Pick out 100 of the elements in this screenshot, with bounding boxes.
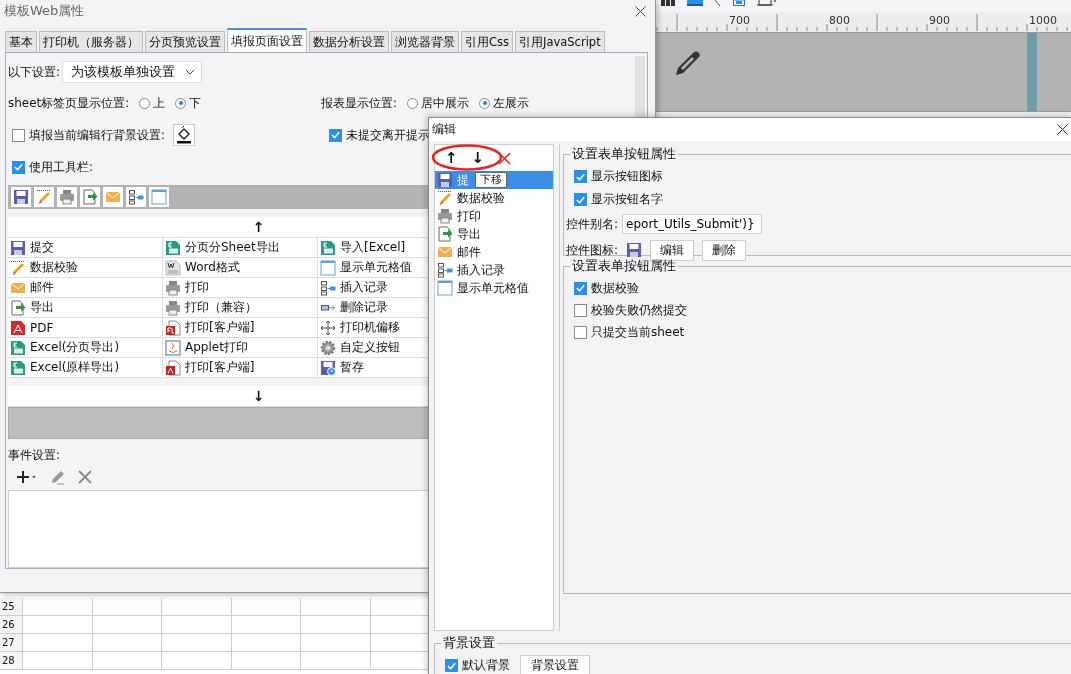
button-option[interactable]: Word格式 [163, 258, 318, 278]
group-title: 背景设置 [442, 635, 496, 652]
checkbox[interactable] [574, 303, 587, 317]
tab[interactable]: 打印机（服务器） [39, 31, 143, 52]
printer-icon [59, 189, 75, 205]
option-label: 下 [189, 94, 202, 112]
radio-button[interactable] [175, 97, 187, 109]
toolbar-button[interactable] [80, 187, 100, 207]
export-icon [82, 189, 98, 205]
image-icon[interactable] [687, 0, 703, 6]
toolbar-button[interactable] [126, 187, 146, 207]
tab[interactable]: 浏览器背景 [391, 31, 459, 52]
paint-bucket-icon[interactable] [173, 124, 196, 146]
checkbox[interactable] [445, 659, 458, 672]
close-icon[interactable] [635, 5, 646, 17]
button-option[interactable]: PDF [8, 318, 163, 338]
button-option[interactable]: 导出 [8, 298, 163, 318]
scroll-up-button[interactable]: ↑ [252, 217, 265, 237]
document-icon[interactable] [733, 0, 745, 6]
button-option[interactable]: 数据校验 [8, 258, 163, 278]
radio-button[interactable] [139, 97, 151, 109]
ruler-label: 1000 [1029, 14, 1057, 27]
highlight-ellipse [431, 144, 503, 171]
checkbox[interactable] [574, 325, 587, 339]
list-item[interactable]: 邮件 [435, 243, 553, 261]
tab[interactable]: 基本 [5, 31, 37, 52]
delete-icon[interactable] [498, 151, 512, 165]
window-icon [151, 189, 167, 205]
checkbox[interactable] [12, 128, 25, 142]
button-option[interactable]: 打印 [163, 278, 318, 298]
group-title: 设置表单按钮属性 [571, 146, 677, 163]
button-option[interactable]: 分页分Sheet导出 [163, 238, 318, 258]
tab[interactable]: 数据分析设置 [309, 31, 389, 52]
alias-field[interactable]: eport_Utils_Submit')} [622, 214, 763, 234]
checkbox-label: 数据校验 [591, 279, 639, 297]
button-option[interactable]: 邮件 [8, 278, 163, 298]
list-item[interactable]: 显示单元格值 [435, 279, 553, 297]
tab[interactable]: 分页预览设置 [145, 31, 225, 52]
checkbox[interactable] [329, 128, 342, 142]
radio-button[interactable] [479, 97, 491, 109]
window-icon [437, 280, 453, 296]
checkbox[interactable] [574, 281, 587, 295]
toolbar-button[interactable] [34, 187, 54, 207]
envelope-icon [105, 189, 121, 205]
printer-icon [437, 208, 453, 224]
scroll-down-button[interactable]: ↓ [252, 386, 265, 406]
export-icon [437, 226, 453, 242]
columns-icon[interactable] [661, 0, 675, 6]
tab[interactable]: 填报页面设置 [227, 28, 307, 52]
insert-row-icon [437, 262, 453, 278]
checkbox-label: 填报当前编辑行背景设置: [29, 126, 166, 144]
insert-row-icon [320, 279, 336, 296]
add-icon[interactable] [16, 470, 38, 484]
move-up-button[interactable]: ↑ [445, 149, 458, 167]
row-number: 27 [0, 634, 24, 651]
button-option[interactable]: 提交 [8, 238, 163, 258]
checkbox-label: 显示按钮名字 [591, 191, 663, 208]
applet-icon [165, 339, 181, 356]
tab[interactable]: 引用JavaScript [515, 31, 605, 52]
toolbar-button[interactable] [11, 187, 31, 207]
scope-dropdown[interactable]: 为该模板单独设置 [62, 61, 203, 83]
checkbox-label: 默认背景 [462, 657, 510, 674]
caret-icon [185, 69, 196, 75]
option-label: 左展示 [493, 94, 530, 112]
border-icon[interactable] [757, 0, 777, 6]
list-item[interactable]: 打印 [435, 207, 553, 225]
button-option[interactable]: Excel(原样导出) [8, 358, 163, 378]
checkbox[interactable] [574, 170, 587, 183]
option-label: 居中展示 [421, 94, 470, 112]
action-button[interactable]: 删除 [702, 239, 747, 261]
close-icon[interactable] [1057, 124, 1068, 135]
window-title: 编辑 [432, 121, 456, 138]
list-item[interactable]: 数据校验 [435, 189, 553, 207]
button-option[interactable]: 打印[客户端] [163, 358, 318, 378]
list-item[interactable]: 导出 [435, 225, 553, 243]
list-item[interactable]: 插入记录 [435, 261, 553, 279]
line-icon[interactable] [715, 0, 721, 6]
document-icon [165, 259, 181, 276]
button-option[interactable]: 打印[客户端] [163, 318, 318, 338]
tooltip: 下移 [475, 172, 507, 188]
checkbox-label: 显示按钮图标 [591, 168, 663, 185]
row-number: 26 [0, 616, 24, 633]
checkbox[interactable] [12, 160, 25, 174]
background-settings-button[interactable]: 背景设置 [520, 655, 590, 674]
envelope-icon [437, 244, 453, 260]
field-label: 以下设置: [8, 63, 61, 81]
button-option[interactable]: Applet打印 [163, 338, 318, 358]
radio-button[interactable] [407, 97, 419, 109]
section-label: 事件设置: [8, 447, 62, 464]
tab[interactable]: 引用Css [461, 31, 513, 52]
row-number: 25 [0, 598, 24, 615]
pencil-icon [10, 259, 26, 276]
checkbox[interactable] [574, 193, 587, 206]
checkbox-label: 使用工具栏: [29, 158, 94, 176]
delete-icon[interactable] [78, 470, 92, 484]
toolbar-button[interactable] [57, 187, 77, 207]
button-option[interactable]: Excel(分页导出) [8, 338, 163, 358]
pencil-icon [437, 190, 453, 206]
button-option[interactable]: 打印（兼容） [163, 298, 318, 318]
move-down-button[interactable]: ↓ [471, 149, 485, 167]
